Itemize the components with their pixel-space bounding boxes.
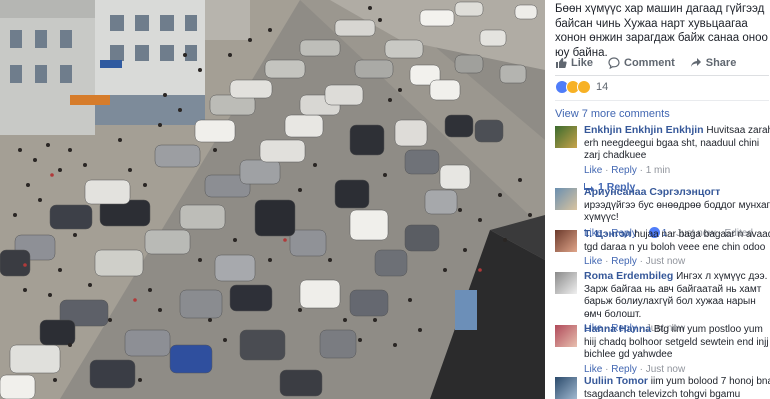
comment-author[interactable]: Ариунсанаа Сэргэлэнцогт: [584, 186, 720, 198]
like-label: Like: [571, 57, 594, 69]
divider: [555, 100, 769, 101]
avatar[interactable]: [555, 126, 577, 148]
comment-like-link[interactable]: Like: [584, 165, 602, 176]
avatar[interactable]: [555, 272, 577, 294]
reaction-summary[interactable]: 14: [555, 80, 608, 94]
avatar[interactable]: [555, 188, 577, 210]
crowd-street-photo: [0, 0, 545, 399]
comment-reply-link[interactable]: Reply: [611, 364, 637, 375]
share-arrow-icon: [690, 58, 701, 67]
avatar[interactable]: [555, 377, 577, 399]
comment-text: ирээдүйгээ бус өнөөдрөө боддог мунхаг хү…: [584, 199, 770, 224]
comment-author[interactable]: Roma Erdembileg: [584, 270, 673, 282]
comment-meta: Like · Reply · 1 min: [584, 164, 671, 176]
comment-label: Comment: [624, 57, 675, 69]
comment-like-link[interactable]: Like: [584, 256, 602, 267]
comment-like-link[interactable]: Like: [584, 364, 602, 375]
comment-author[interactable]: T. Цэнгэл: [584, 228, 631, 240]
comment-reply-link[interactable]: Reply: [611, 165, 637, 176]
comment-button[interactable]: Comment: [608, 57, 675, 69]
share-label: Share: [705, 57, 737, 69]
comment-meta: Like · Reply · Just now: [584, 256, 686, 267]
comment-author[interactable]: Enkhjin Enkhjin Enkhjin: [584, 124, 704, 136]
view-more-comments-link[interactable]: View 7 more comments: [555, 108, 670, 120]
comment-time: Just now: [645, 363, 686, 375]
avatar[interactable]: [555, 230, 577, 252]
comment-time: 1 min: [645, 164, 671, 176]
like-button[interactable]: Like: [555, 57, 593, 69]
comment-time: Just now: [645, 256, 686, 267]
wow-reaction-icon: [577, 80, 591, 94]
divider: [555, 75, 769, 76]
speech-bubble-icon: [608, 57, 620, 69]
thumbs-up-icon: [556, 58, 567, 68]
comment-author[interactable]: Hanna Hanna: [584, 323, 651, 335]
share-button[interactable]: Share: [690, 57, 737, 69]
post-photo[interactable]: [0, 0, 545, 399]
post-sidebar: Бөөн хүмүүс хар машин дагаад гүйгээд бай…: [549, 0, 770, 399]
avatar[interactable]: [555, 325, 577, 347]
comment-reply-link[interactable]: Reply: [611, 256, 637, 267]
reaction-count: 14: [596, 81, 609, 93]
comment-author[interactable]: Uuliin Tomor: [584, 375, 648, 387]
post-actions: Like Comment Share: [555, 52, 769, 74]
